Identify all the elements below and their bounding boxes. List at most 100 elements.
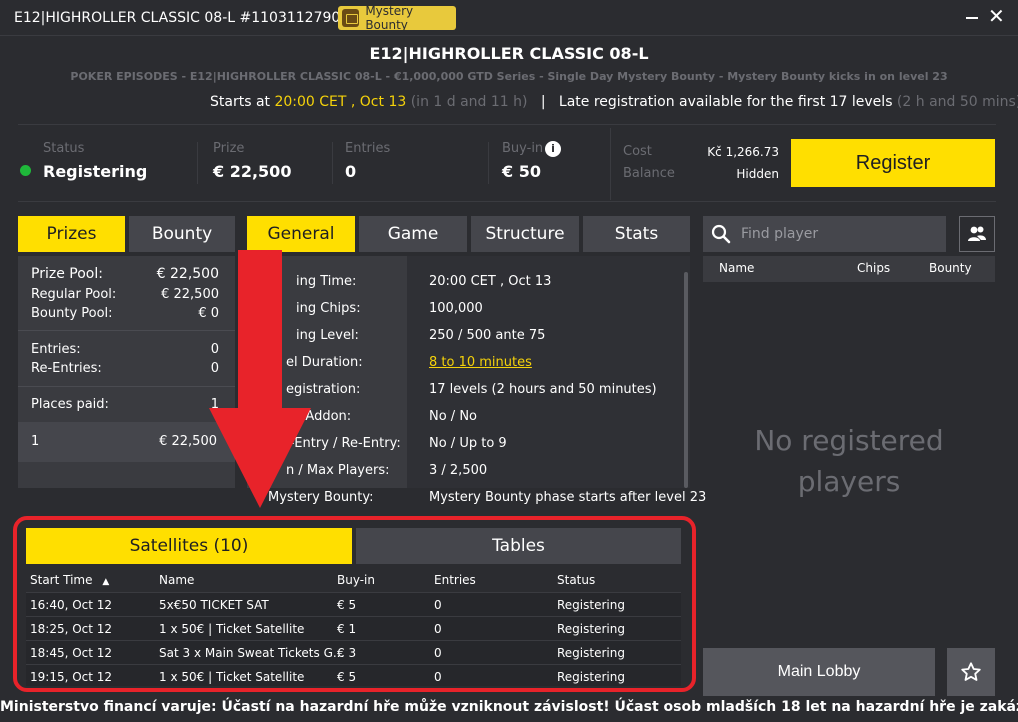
- starts-time: 20:00 CET , Oct 13: [274, 94, 407, 110]
- tournament-title: E12|HIGHROLLER CLASSIC 08-L: [369, 44, 649, 63]
- col-name[interactable]: Name: [719, 261, 754, 275]
- general-label: ing Chips:: [296, 301, 361, 316]
- minimize-icon[interactable]: [966, 17, 978, 19]
- gambling-warning: Ministerstvo financí varuje: Účastí na h…: [0, 699, 1018, 715]
- buyin-value: € 50: [502, 162, 541, 181]
- general-value: 3 / 2,500: [429, 463, 488, 478]
- tab-structure[interactable]: Structure: [471, 216, 579, 252]
- divider: [197, 142, 198, 184]
- bounty-pool-row: Bounty Pool: € 0: [31, 306, 219, 321]
- general-label: ing Time:: [296, 274, 357, 289]
- tab-bounty[interactable]: Bounty: [129, 216, 235, 252]
- general-value: 20:00 CET , Oct 13: [429, 274, 552, 289]
- star-icon: [961, 662, 981, 681]
- divider: [18, 386, 235, 387]
- status-dot: [20, 165, 31, 176]
- col-start-time[interactable]: Start Time ▲: [30, 573, 109, 587]
- general-value: No / No: [429, 409, 478, 424]
- general-label: ing Level:: [296, 328, 359, 343]
- sat-status: Registering: [557, 622, 625, 636]
- regular-pool-row: Regular Pool: € 22,500: [31, 287, 219, 302]
- col-chips[interactable]: Chips: [857, 261, 890, 275]
- tab-satellites[interactable]: Satellites (10): [26, 528, 352, 564]
- buyin-label: Buy-in: [502, 141, 544, 156]
- red-arrow-annotation: [209, 250, 311, 508]
- col-entries[interactable]: Entries: [434, 573, 476, 587]
- divider: [610, 128, 611, 200]
- find-player-input[interactable]: [703, 216, 946, 252]
- sat-buyin: € 1: [337, 622, 357, 636]
- info-icon[interactable]: i: [545, 141, 561, 157]
- sat-entries: 0: [434, 646, 442, 660]
- level-duration-link[interactable]: 8 to 10 minutes: [429, 355, 532, 370]
- sat-status: Registering: [557, 598, 625, 612]
- divider: [488, 142, 489, 184]
- sat-start-time: 18:45, Oct 12: [30, 646, 113, 660]
- reentries-row: Re-Entries: 0: [31, 361, 219, 376]
- sat-buyin: € 5: [337, 598, 357, 612]
- favorite-button[interactable]: [947, 648, 995, 696]
- no-players-message: No registered players: [754, 424, 944, 498]
- tab-game[interactable]: Game: [359, 216, 467, 252]
- entries-label: Entries:: [31, 342, 81, 357]
- divider: [18, 330, 235, 331]
- sat-name: 5x€50 TICKET SAT: [159, 598, 269, 612]
- table-row[interactable]: 18:45, Oct 12 Sat 3 x Main Sweat Tickets…: [26, 640, 681, 664]
- tournament-subtitle: POKER EPISODES - E12|HIGHROLLER CLASSIC …: [70, 70, 948, 83]
- places-paid-row: Places paid: 1: [31, 397, 219, 412]
- divider: [332, 142, 333, 184]
- cost-value: Kč 1,266.73: [707, 145, 779, 159]
- general-value: 17 levels (2 hours and 50 minutes): [429, 382, 657, 397]
- regular-pool-label: Regular Pool:: [31, 287, 117, 302]
- col-bounty[interactable]: Bounty: [929, 261, 972, 275]
- sat-buyin: € 3: [337, 646, 357, 660]
- tab-general[interactable]: General: [247, 216, 355, 252]
- tab-prizes[interactable]: Prizes: [18, 216, 125, 252]
- sort-ascending-icon: ▲: [102, 577, 110, 587]
- sat-start-time: 16:40, Oct 12: [30, 598, 113, 612]
- table-row[interactable]: 16:40, Oct 12 5x€50 TICKET SAT € 5 0 Reg…: [26, 592, 681, 616]
- status-label: Status: [43, 141, 85, 156]
- register-button[interactable]: Register: [791, 139, 995, 187]
- starts-label: Starts at: [210, 94, 275, 110]
- prize-pool-label: Prize Pool:: [31, 266, 103, 282]
- treasure-chest-icon: [342, 9, 360, 27]
- sat-name: 1 x 50€ | Ticket Satellite: [159, 670, 305, 684]
- col-start-time-label: Start Time: [30, 573, 93, 587]
- late-registration: | Late registration available for the fi…: [527, 94, 893, 110]
- sat-name: 1 x 50€ | Ticket Satellite: [159, 622, 305, 636]
- prize-pool-row: Prize Pool: € 22,500: [31, 266, 219, 282]
- general-value: Mystery Bounty phase starts after level …: [429, 490, 707, 505]
- search-icon: [711, 224, 731, 244]
- sat-start-time: 18:25, Oct 12: [30, 622, 113, 636]
- payout-place: 1: [31, 434, 40, 449]
- sat-entries: 0: [434, 670, 442, 684]
- col-status[interactable]: Status: [557, 573, 595, 587]
- users-icon: [968, 226, 986, 241]
- starts-relative: (in 1 d and 11 h): [406, 94, 528, 110]
- sat-buyin: € 5: [337, 670, 357, 684]
- prize-label: Prize: [213, 141, 245, 156]
- tab-stats[interactable]: Stats: [583, 216, 690, 252]
- entries-row: Entries: 0: [31, 342, 219, 357]
- mystery-bounty-label: Mystery Bounty: [365, 4, 414, 32]
- sat-start-time: 19:15, Oct 12: [30, 670, 113, 684]
- table-row[interactable]: 19:15, Oct 12 1 x 50€ | Ticket Satellite…: [26, 664, 681, 686]
- general-scrollbar[interactable]: [684, 272, 688, 488]
- bounty-pool-label: Bounty Pool:: [31, 306, 113, 321]
- friends-button[interactable]: [959, 216, 995, 252]
- main-lobby-button[interactable]: Main Lobby: [703, 648, 935, 696]
- general-value: 100,000: [429, 301, 483, 316]
- table-row[interactable]: 18:25, Oct 12 1 x 50€ | Ticket Satellite…: [26, 616, 681, 640]
- sat-entries: 0: [434, 622, 442, 636]
- general-value: 250 / 500 ante 75: [429, 328, 546, 343]
- close-icon[interactable]: ✕: [988, 6, 1005, 26]
- prize-value: € 22,500: [213, 162, 292, 181]
- tab-tables[interactable]: Tables: [356, 528, 681, 564]
- col-buyin[interactable]: Buy-in: [337, 573, 375, 587]
- cost-label: Cost: [623, 144, 652, 159]
- status-value: Registering: [43, 162, 148, 181]
- start-info: Starts at 20:00 CET , Oct 13 (in 1 d and…: [210, 94, 1018, 110]
- sat-name: Sat 3 x Main Sweat Tickets G...: [159, 646, 345, 660]
- col-name[interactable]: Name: [159, 573, 194, 587]
